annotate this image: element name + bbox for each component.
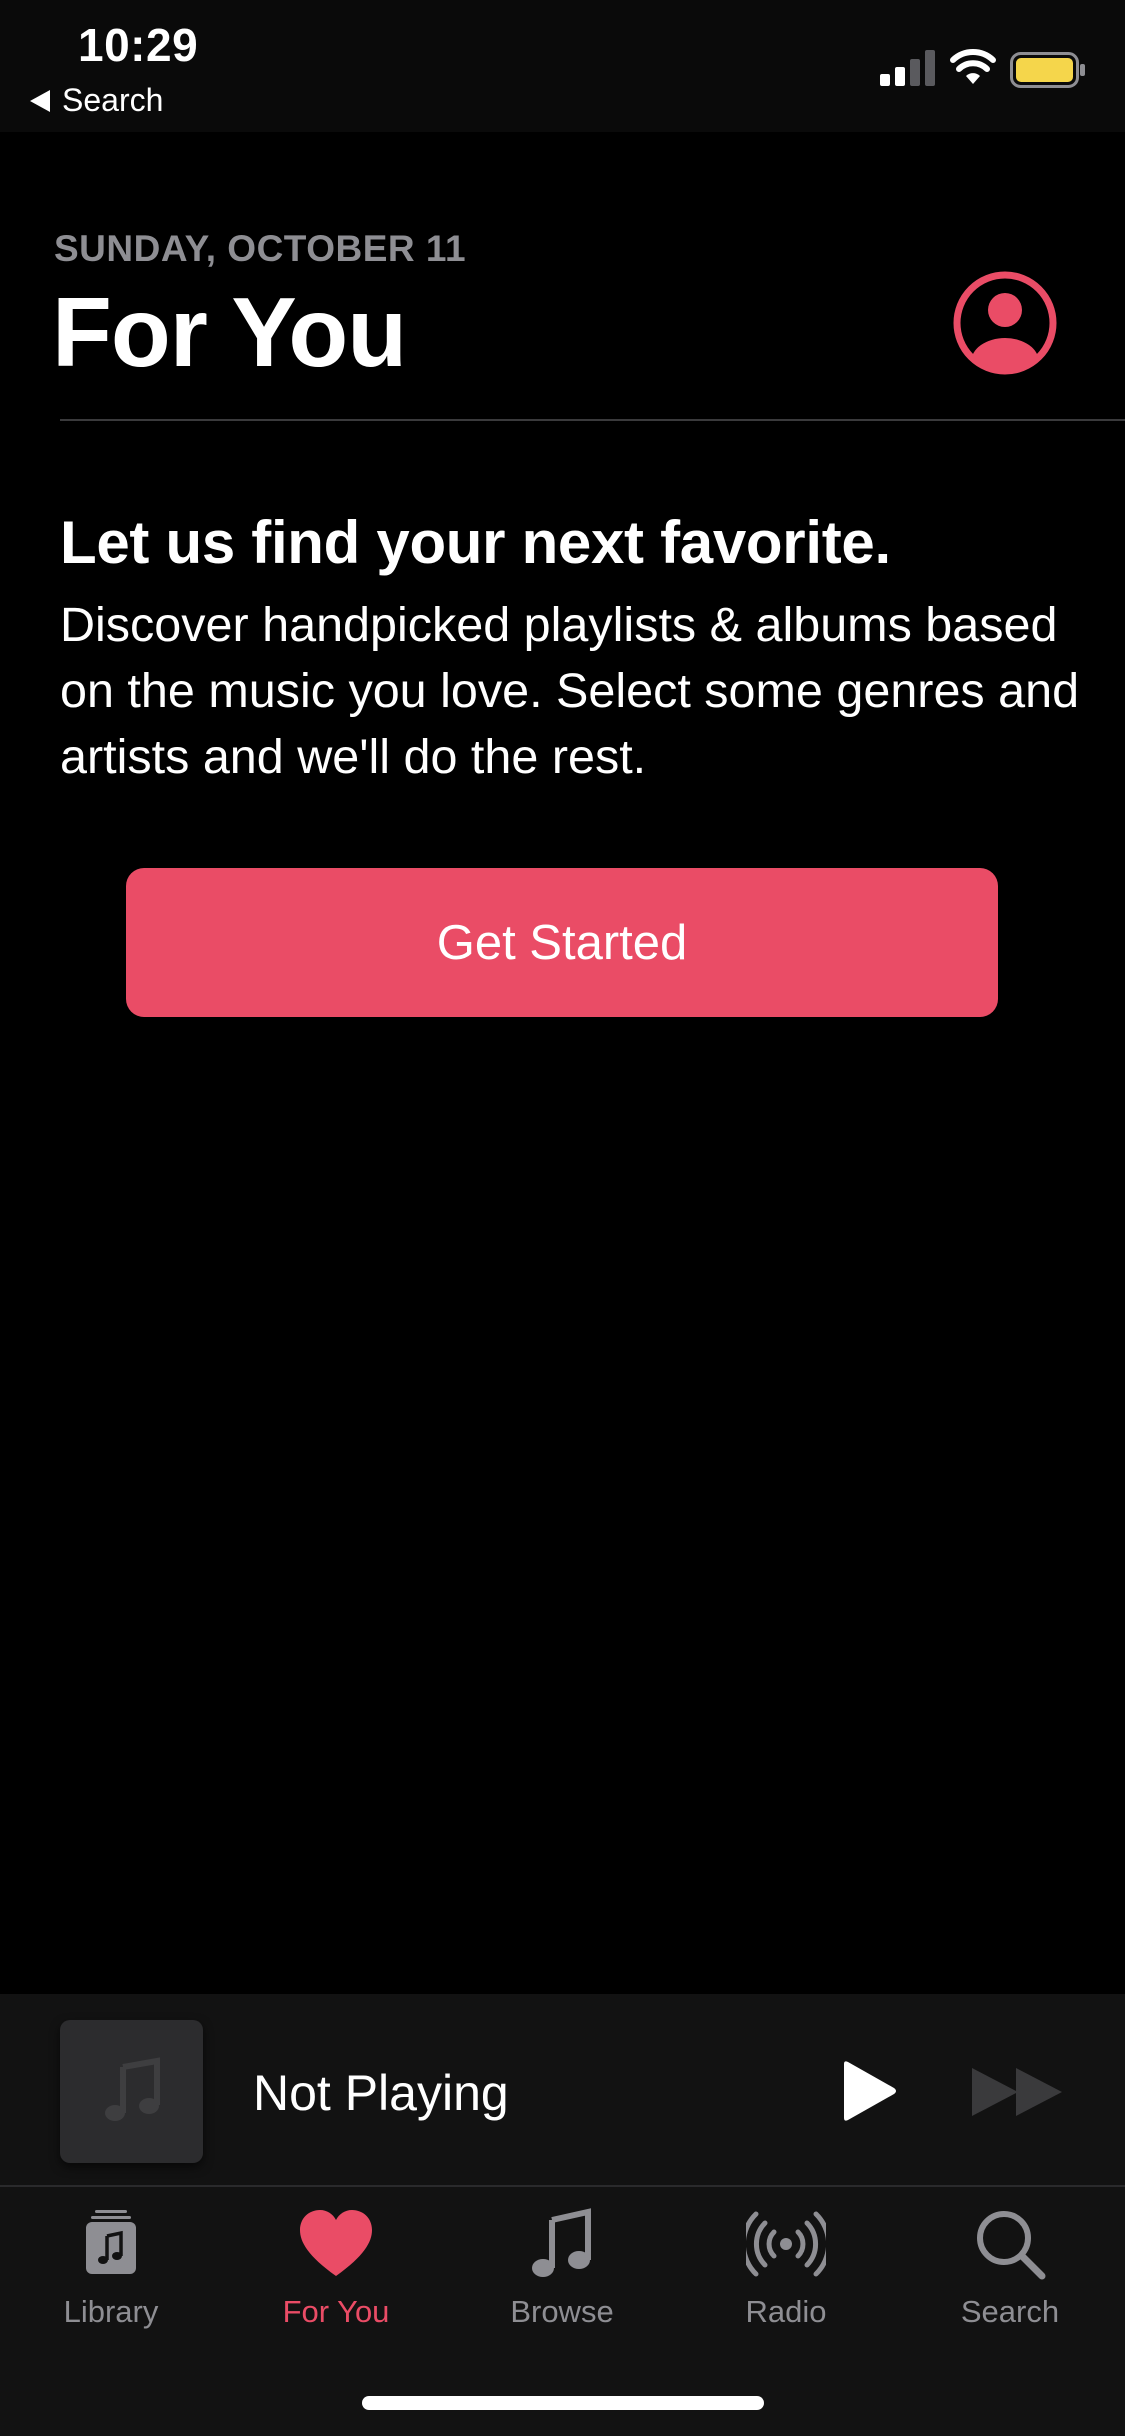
now-playing-label: Not Playing [253, 2065, 509, 2121]
play-button-icon[interactable] [838, 2060, 898, 2122]
heart-icon [300, 2210, 372, 2276]
page-date: SUNDAY, OCTOBER 11 [54, 228, 467, 269]
skip-forward-icon[interactable] [970, 2066, 1066, 2118]
cellular-signal-icon [880, 50, 935, 86]
music-note-icon [532, 2208, 591, 2277]
tab-library[interactable]: Library [21, 2204, 201, 2334]
home-indicator[interactable] [362, 2396, 764, 2410]
status-time: 10:29 [78, 19, 199, 71]
tab-browse[interactable]: Browse [472, 2204, 652, 2334]
tab-label-for-you: For You [282, 2294, 390, 2329]
tab-label-library: Library [63, 2294, 159, 2329]
page-title: For You [52, 277, 407, 387]
tab-label-radio: Radio [745, 2294, 827, 2329]
header-divider [60, 419, 1125, 421]
account-avatar-icon[interactable] [952, 270, 1058, 376]
tab-radio[interactable]: Radio [696, 2204, 876, 2334]
onboarding-headline: Let us find your next favorite. [60, 509, 891, 576]
back-to-search-button[interactable]: Search [30, 82, 163, 119]
tab-search[interactable]: Search [920, 2204, 1100, 2334]
tab-for-you[interactable]: For You [246, 2204, 426, 2334]
library-icon [86, 2210, 136, 2274]
back-triangle-icon [30, 89, 50, 112]
search-icon [977, 2211, 1046, 2280]
tab-label-browse: Browse [510, 2294, 614, 2329]
music-note-placeholder-icon [104, 2056, 160, 2121]
tab-label-search: Search [960, 2294, 1060, 2329]
get-started-button[interactable]: Get Started [126, 868, 998, 1017]
wifi-icon [950, 49, 996, 84]
album-artwork-placeholder [60, 2020, 203, 2163]
back-label: Search [62, 82, 164, 118]
radio-broadcast-icon [746, 2211, 826, 2277]
onboarding-description: Discover handpicked playlists & albums b… [60, 598, 1080, 784]
battery-icon [1010, 52, 1085, 88]
